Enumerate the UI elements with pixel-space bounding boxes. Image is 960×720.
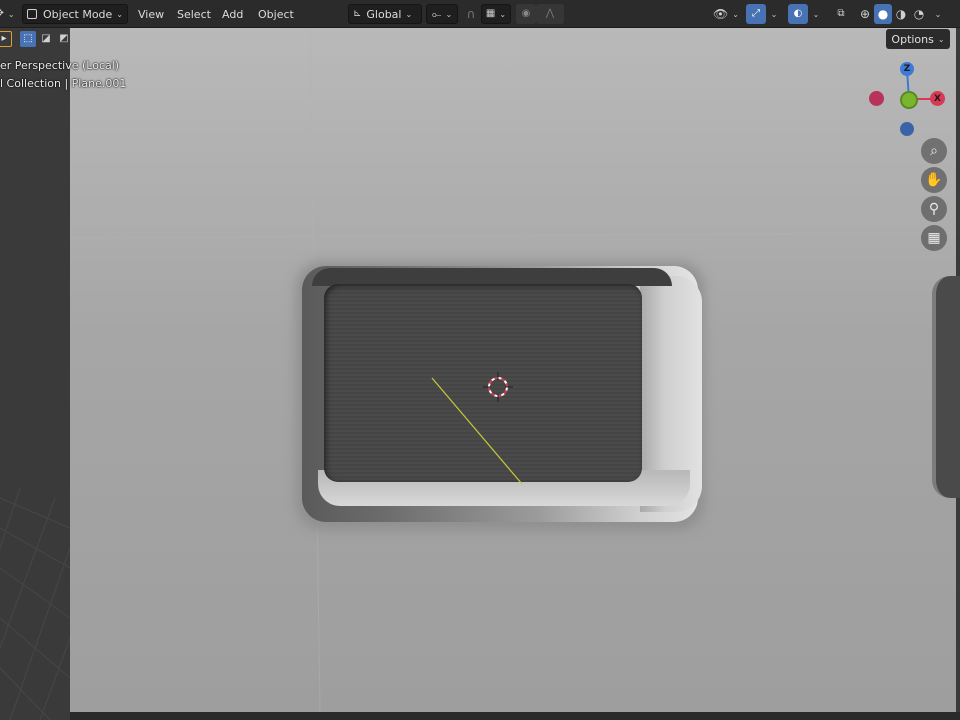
gizmo-neg-z-axis[interactable] xyxy=(900,122,914,136)
options-label: Options xyxy=(891,32,934,46)
perspective-grid-icon: ▦ xyxy=(927,230,941,246)
perspective-toggle-button[interactable]: ▦ xyxy=(921,225,947,251)
camera-icon: ⚲ xyxy=(928,201,940,217)
camera-view-button[interactable]: ⚲ xyxy=(921,196,947,222)
gizmo-y-axis[interactable] xyxy=(900,91,918,109)
gizmo-x-axis[interactable]: X xyxy=(930,91,945,106)
gizmo-neg-x-axis[interactable] xyxy=(869,91,884,106)
cursor-overlay xyxy=(431,372,523,485)
3d-cursor-icon xyxy=(483,372,513,402)
pan-hand-icon: ✋ xyxy=(925,172,943,188)
pan-button[interactable]: ✋ xyxy=(921,167,947,193)
gizmo-x-label: X xyxy=(934,93,941,104)
zoom-button[interactable]: ⌕ xyxy=(921,138,947,164)
view-name-label: er Perspective (Local) xyxy=(0,59,120,72)
chevron-down-icon: ⌄ xyxy=(937,34,945,44)
gizmo-z-axis[interactable]: Z xyxy=(900,62,914,76)
y-axis-line xyxy=(431,377,523,485)
options-button[interactable]: Options ⌄ xyxy=(886,29,950,49)
gizmo-z-label: Z xyxy=(903,64,911,74)
zoom-icon: ⌕ xyxy=(930,143,938,159)
collection-info-label: l Collection | Plane.001 xyxy=(0,77,127,90)
